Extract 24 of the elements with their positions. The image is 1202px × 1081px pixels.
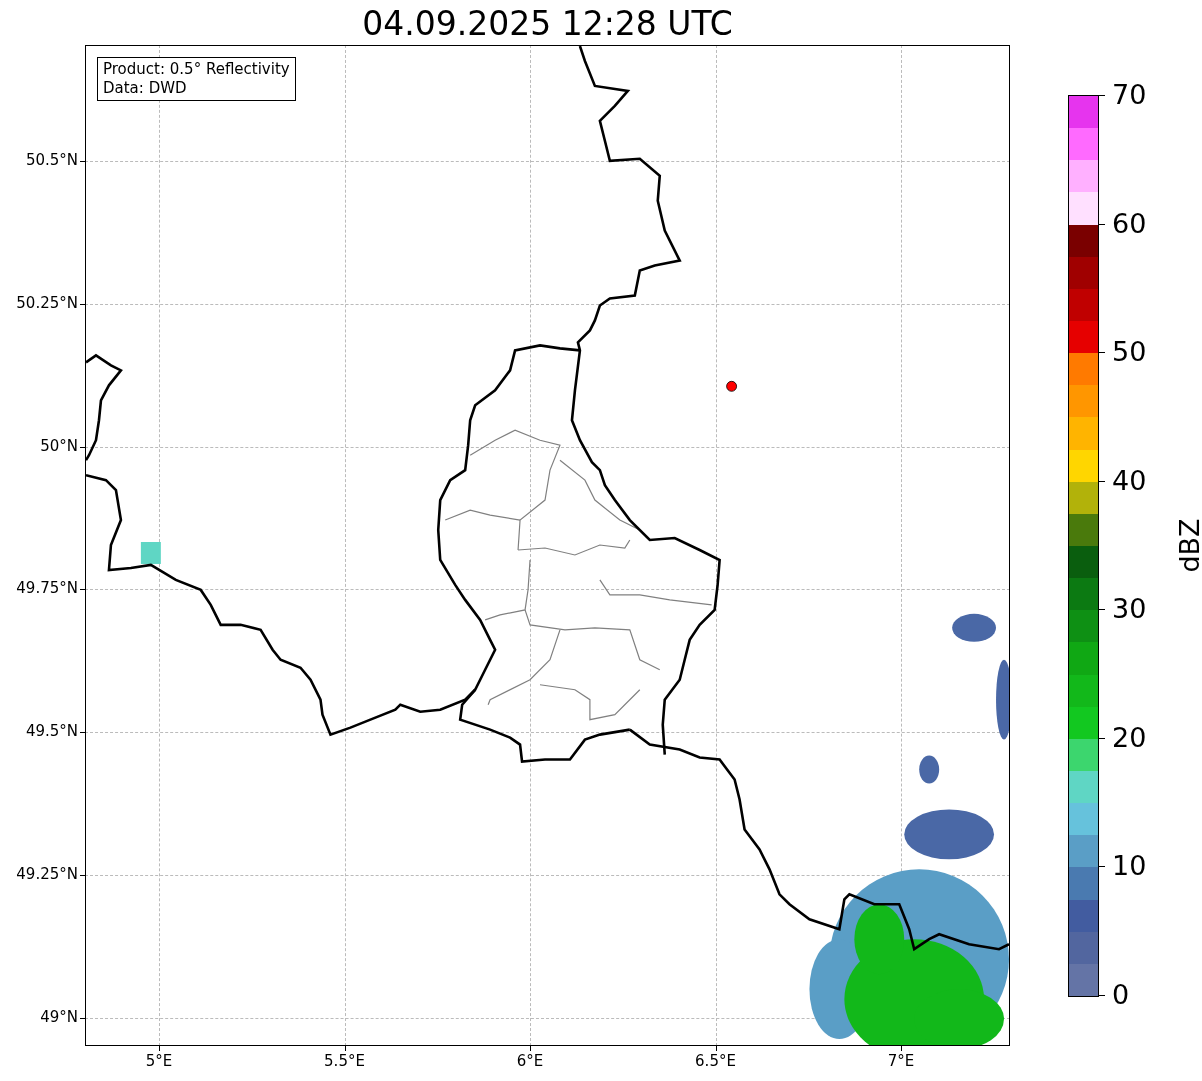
- legend-text: Data: DWD: [103, 79, 188, 98]
- colorbar-tick-label: 50: [1112, 337, 1147, 368]
- axis-tick-label: 5.5°E: [323, 1052, 366, 1070]
- colorbar-label: dBZ: [1173, 518, 1202, 573]
- axis-tick-label: 49.25°N: [16, 865, 78, 883]
- axis-tick-label: 49°N: [40, 1007, 78, 1026]
- colorbar-tick-label: 10: [1112, 851, 1147, 882]
- colorbar-tick-label: 30: [1112, 594, 1147, 625]
- axis-tick-label: 5°E: [144, 1052, 174, 1070]
- legend-text: Product: 0.5° Reflectivity: [103, 60, 290, 79]
- colorbar-tick-label: 40: [1112, 465, 1147, 496]
- axis-tick-label: 6.5°E: [694, 1052, 737, 1070]
- colorbar-tick-label: 70: [1112, 80, 1147, 110]
- axis-tick-label: 50.5°N: [25, 151, 78, 169]
- chart-title: 04.09.2025 12:28 UTC: [361, 4, 734, 43]
- axis-tick-label: 49.75°N: [16, 579, 78, 598]
- axis-tick-label: 6°E: [515, 1052, 545, 1070]
- axis-tick-label: 50.25°N: [16, 293, 78, 312]
- axis-tick-label: 49.5°N: [25, 722, 78, 741]
- colorbar-tick-label: 20: [1112, 722, 1147, 753]
- colorbar-tick-label: 60: [1112, 208, 1147, 239]
- colorbar-tick-label: 0: [1112, 980, 1130, 1010]
- axis-tick-label: 50°N: [40, 436, 78, 455]
- axis-tick-label: 7°E: [886, 1052, 916, 1070]
